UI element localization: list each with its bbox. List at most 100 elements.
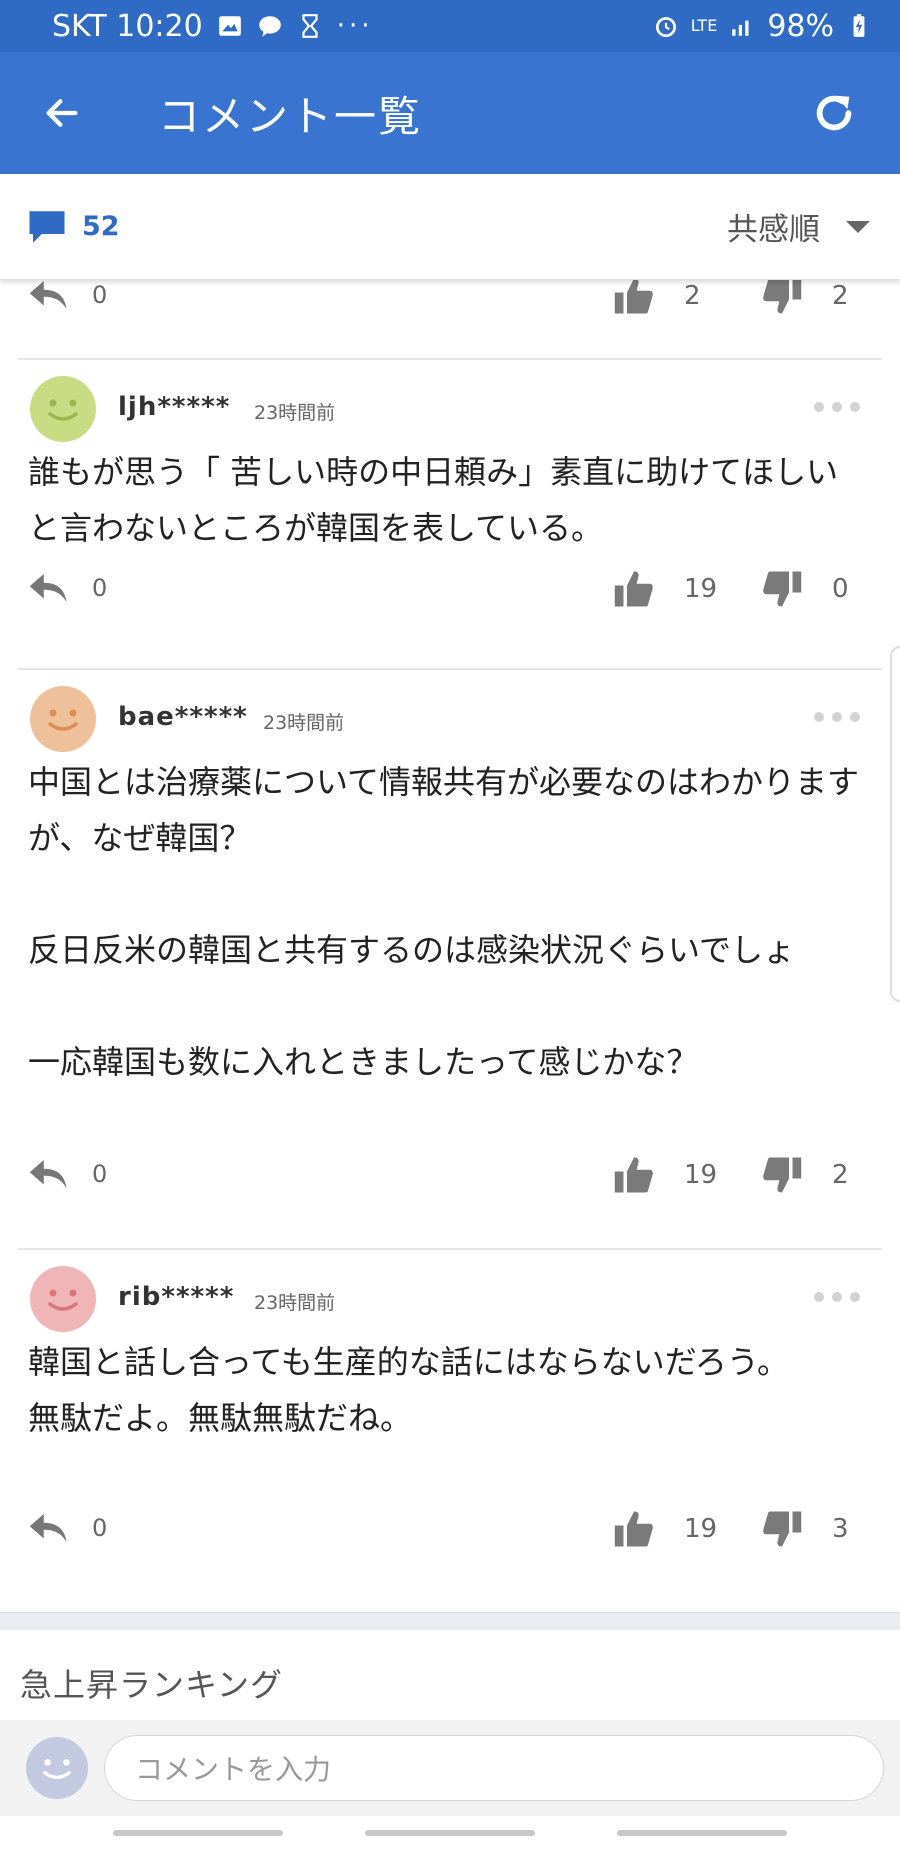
- username[interactable]: bae*****: [118, 702, 248, 732]
- divider: [18, 668, 882, 670]
- hourglass-icon: [302, 14, 318, 38]
- nav-home[interactable]: [365, 1830, 535, 1836]
- comment-count-value: 52: [82, 211, 120, 242]
- reply-count: 0: [92, 574, 108, 602]
- comment-count: 52: [26, 206, 120, 248]
- like-button[interactable]: 19: [612, 568, 717, 610]
- dislike-button[interactable]: 2: [760, 1154, 849, 1196]
- comment-input[interactable]: コメントを入力: [104, 1735, 884, 1801]
- thumbs-up-icon: [614, 571, 653, 607]
- like-count: 19: [684, 1514, 718, 1544]
- dislike-button[interactable]: 2: [760, 275, 849, 317]
- username[interactable]: ljh*****: [118, 392, 230, 422]
- avatar: [26, 1737, 88, 1799]
- timestamp: 23時間前: [254, 1292, 336, 1314]
- thumbs-up-icon: [614, 278, 653, 314]
- divider: [18, 358, 882, 360]
- comment-text: 誰もが思う「 苦しい時の中日頼み」素直に助けてほしいと言わないところが韓国を表し…: [28, 453, 839, 547]
- smiley-face-icon: [43, 1759, 71, 1780]
- like-count: 2: [684, 281, 701, 311]
- reply-icon: [29, 1160, 67, 1188]
- reply-icon: [29, 281, 67, 309]
- reply-count: 0: [92, 281, 108, 309]
- dislike-button[interactable]: 0: [760, 568, 849, 610]
- talk-notification-icon: [258, 16, 281, 37]
- reply-count: 0: [92, 1160, 108, 1188]
- alarm-icon: [655, 17, 676, 38]
- like-count: 19: [684, 1160, 718, 1190]
- network-type: LTE: [690, 16, 718, 35]
- refresh-icon: [816, 95, 852, 131]
- comment-sort-bar: 52 共感順: [0, 174, 900, 280]
- scroll-handle[interactable]: [890, 646, 900, 1002]
- smiley-face-icon: [48, 399, 78, 421]
- comment-item: bae***** 23時間前 中国とは治療薬について情報共有が必要なのはわかりま…: [0, 686, 900, 1193]
- timestamp: 23時間前: [254, 402, 336, 424]
- image-notification-icon: [218, 16, 241, 36]
- ranking-title[interactable]: 急上昇ランキング: [20, 1660, 283, 1706]
- thumbs-down-icon: [763, 278, 802, 314]
- thumbs-down-icon: [763, 1511, 802, 1547]
- more-options-icon[interactable]: [814, 402, 860, 412]
- dislike-count: 0: [832, 574, 849, 604]
- status-bar: SKT 10:20 ··· LTE 98%: [0, 0, 900, 52]
- reply-button[interactable]: 0: [28, 1510, 107, 1546]
- sort-dropdown[interactable]: 共感順: [727, 204, 870, 249]
- nav-back[interactable]: [617, 1830, 787, 1836]
- divider: [18, 1248, 882, 1250]
- sort-label: 共感順: [727, 212, 820, 248]
- thumbs-down-icon: [763, 1157, 802, 1193]
- comment-input-bar: コメントを入力: [0, 1720, 900, 1816]
- reply-button[interactable]: 0: [28, 1156, 107, 1192]
- smiley-face-icon: [48, 709, 78, 731]
- carrier-time: SKT 10:20: [52, 8, 203, 44]
- comment-text: 韓国と話し合っても生産的な話にはならないだろう。 無駄だよ。無駄無駄だね。: [28, 1343, 789, 1437]
- avatar[interactable]: [30, 686, 96, 752]
- avatar[interactable]: [30, 1266, 96, 1332]
- page-title: コメント一覧: [158, 91, 423, 141]
- thumbs-up-icon: [614, 1511, 653, 1547]
- nav-recent-apps[interactable]: [113, 1830, 283, 1836]
- username[interactable]: rib*****: [118, 1282, 234, 1312]
- comment-actions: 0 2 2: [0, 277, 900, 317]
- comment-text: 中国とは治療薬について情報共有が必要なのはわかりますが、なぜ韓国？ 反日反米の韓…: [28, 763, 860, 1081]
- app-bar: コメント一覧: [0, 52, 900, 174]
- dislike-count: 2: [832, 1160, 849, 1190]
- signal-icon: [732, 20, 749, 36]
- comment-bubble-icon: [29, 210, 65, 243]
- timestamp: 23時間前: [263, 712, 345, 734]
- reply-button[interactable]: 0: [28, 570, 107, 606]
- thumbs-up-icon: [614, 1157, 653, 1193]
- refresh-button[interactable]: [804, 83, 864, 143]
- back-button[interactable]: [32, 83, 92, 143]
- system-nav-bar: [0, 1816, 900, 1850]
- like-button[interactable]: 19: [612, 1154, 717, 1196]
- reply-count: 0: [92, 1514, 108, 1542]
- thumbs-down-icon: [763, 571, 802, 607]
- like-button[interactable]: 2: [612, 275, 701, 317]
- section-separator: [0, 1612, 900, 1630]
- comment-actions: 0 19 2: [0, 1156, 900, 1196]
- more-notifications-icon: ···: [336, 11, 374, 41]
- more-options-icon[interactable]: [814, 712, 860, 722]
- comment-item: rib***** 23時間前 韓国と話し合っても生産的な話にはならないだろう。 …: [0, 1266, 900, 1547]
- dislike-count: 2: [832, 281, 849, 311]
- dislike-button[interactable]: 3: [760, 1508, 849, 1550]
- reply-button[interactable]: 0: [28, 277, 107, 313]
- arrow-left-icon: [46, 99, 78, 127]
- comment-header: bae***** 23時間前: [0, 686, 900, 752]
- dislike-count: 3: [832, 1514, 849, 1544]
- battery-charging-icon: [853, 14, 865, 37]
- like-button[interactable]: 19: [612, 1508, 717, 1550]
- avatar[interactable]: [30, 376, 96, 442]
- reply-icon: [29, 1514, 67, 1542]
- comment-header: rib***** 23時間前: [0, 1266, 900, 1332]
- more-options-icon[interactable]: [814, 1292, 860, 1302]
- like-count: 19: [684, 574, 718, 604]
- reply-icon: [29, 574, 67, 602]
- smiley-face-icon: [48, 1289, 78, 1311]
- comment-item: ljh***** 23時間前 誰もが思う「 苦しい時の中日頼み」素直に助けてほし…: [0, 376, 900, 607]
- chevron-down-icon: [846, 220, 870, 233]
- comment-header: ljh***** 23時間前: [0, 376, 900, 442]
- comment-actions: 0 19 3: [0, 1510, 900, 1550]
